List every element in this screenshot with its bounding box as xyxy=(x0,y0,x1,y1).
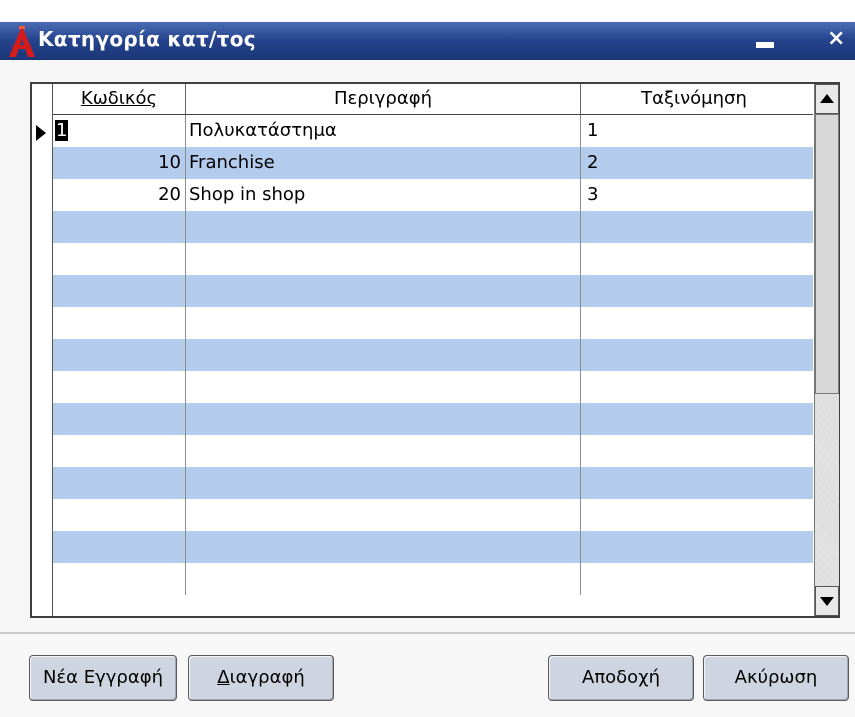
cell-description[interactable] xyxy=(186,563,581,595)
bottom-divider xyxy=(0,632,855,634)
cell-description[interactable] xyxy=(186,403,581,435)
category-grid: Κωδικός Περιγραφή Ταξινόμηση 1 Πολυκατάστ… xyxy=(30,82,840,618)
cell-description[interactable] xyxy=(186,307,581,339)
cell-sort[interactable] xyxy=(581,243,807,275)
cell-sort[interactable] xyxy=(581,307,807,339)
minimize-icon[interactable] xyxy=(750,28,782,54)
table-row[interactable] xyxy=(53,211,813,243)
accept-button[interactable]: Αποδοχή xyxy=(548,655,694,701)
cell-description[interactable] xyxy=(186,275,581,307)
title-top-strip xyxy=(0,0,855,22)
table-row[interactable] xyxy=(53,435,813,467)
cell-code[interactable] xyxy=(53,563,186,595)
cell-sort[interactable] xyxy=(581,467,807,499)
scroll-up-icon[interactable] xyxy=(815,84,839,114)
scroll-thumb[interactable] xyxy=(815,114,839,394)
cell-sort[interactable]: 3 xyxy=(581,179,807,211)
cell-description[interactable] xyxy=(186,531,581,563)
cell-description[interactable] xyxy=(186,243,581,275)
new-record-button[interactable]: Νέα Εγγραφή xyxy=(29,655,177,701)
cell-description[interactable] xyxy=(186,371,581,403)
cell-code[interactable] xyxy=(53,371,186,403)
cell-description[interactable] xyxy=(186,211,581,243)
delete-button[interactable]: Διαγραφή xyxy=(188,655,334,701)
close-icon[interactable]: × xyxy=(827,24,855,54)
delete-button-label: ιαγραφή xyxy=(229,667,305,688)
table-row[interactable] xyxy=(53,531,813,563)
cell-code[interactable] xyxy=(53,499,186,531)
row-indicator-column xyxy=(32,84,53,616)
cell-sort[interactable] xyxy=(581,531,807,563)
cell-code[interactable] xyxy=(53,403,186,435)
table-row[interactable] xyxy=(53,371,813,403)
table-row[interactable]: 1 Πολυκατάστημα 1 xyxy=(53,115,813,147)
cell-code-editing-value: 1 xyxy=(55,120,69,141)
cell-sort[interactable] xyxy=(581,563,807,595)
window-title: Κατηγορία κατ/τος xyxy=(38,27,256,51)
table-row[interactable] xyxy=(53,307,813,339)
cell-sort[interactable]: 2 xyxy=(581,147,807,179)
vertical-scrollbar[interactable] xyxy=(814,84,839,616)
table-row[interactable]: 20 Shop in shop 3 xyxy=(53,179,813,211)
scroll-down-icon[interactable] xyxy=(815,586,839,616)
cell-code[interactable] xyxy=(53,211,186,243)
table-row[interactable] xyxy=(53,467,813,499)
cell-code[interactable] xyxy=(53,339,186,371)
grid-rows: 1 Πολυκατάστημα 1 10 Franchise 2 20 Shop in sho… xyxy=(53,115,813,617)
table-row[interactable] xyxy=(53,563,813,595)
delete-button-accel: Δ xyxy=(217,667,230,688)
cell-sort[interactable]: 1 xyxy=(581,115,807,147)
cell-code[interactable] xyxy=(53,435,186,467)
cell-code[interactable] xyxy=(53,307,186,339)
cell-code[interactable]: 10 xyxy=(53,147,186,179)
cell-code[interactable] xyxy=(53,467,186,499)
cell-code[interactable] xyxy=(53,243,186,275)
cell-sort[interactable] xyxy=(581,435,807,467)
cell-description[interactable] xyxy=(186,499,581,531)
cancel-button[interactable]: Ακύρωση xyxy=(703,655,849,701)
table-row[interactable] xyxy=(53,243,813,275)
column-header-code[interactable]: Κωδικός xyxy=(53,84,186,114)
column-header-code-label: Κωδικός xyxy=(80,88,158,109)
grid-header: Κωδικός Περιγραφή Ταξινόμηση xyxy=(53,84,813,115)
cell-sort[interactable] xyxy=(581,371,807,403)
cell-description[interactable] xyxy=(186,435,581,467)
cell-code[interactable] xyxy=(53,275,186,307)
cell-code[interactable] xyxy=(53,531,186,563)
table-row[interactable] xyxy=(53,499,813,531)
column-header-description[interactable]: Περιγραφή xyxy=(186,84,581,114)
current-row-arrow-icon xyxy=(36,125,46,141)
app-logo-icon xyxy=(9,26,35,57)
cell-sort[interactable] xyxy=(581,499,807,531)
column-header-sort[interactable]: Ταξινόμηση xyxy=(581,84,807,114)
table-row[interactable] xyxy=(53,403,813,435)
cell-description[interactable]: Πολυκατάστημα xyxy=(186,115,581,147)
cell-sort[interactable] xyxy=(581,211,807,243)
table-row[interactable] xyxy=(53,275,813,307)
cell-description[interactable] xyxy=(186,467,581,499)
cell-description[interactable] xyxy=(186,339,581,371)
cell-code[interactable]: 1 xyxy=(53,115,186,147)
cell-code[interactable]: 20 xyxy=(53,179,186,211)
category-dialog: Κατηγορία κατ/τος × Κωδικός Περιγραφή Τα… xyxy=(0,0,855,717)
cell-sort[interactable] xyxy=(581,275,807,307)
table-row[interactable] xyxy=(53,339,813,371)
cell-description[interactable]: Shop in shop xyxy=(186,179,581,211)
table-row[interactable]: 10 Franchise 2 xyxy=(53,147,813,179)
cell-sort[interactable] xyxy=(581,339,807,371)
cell-description[interactable]: Franchise xyxy=(186,147,581,179)
cell-sort[interactable] xyxy=(581,403,807,435)
